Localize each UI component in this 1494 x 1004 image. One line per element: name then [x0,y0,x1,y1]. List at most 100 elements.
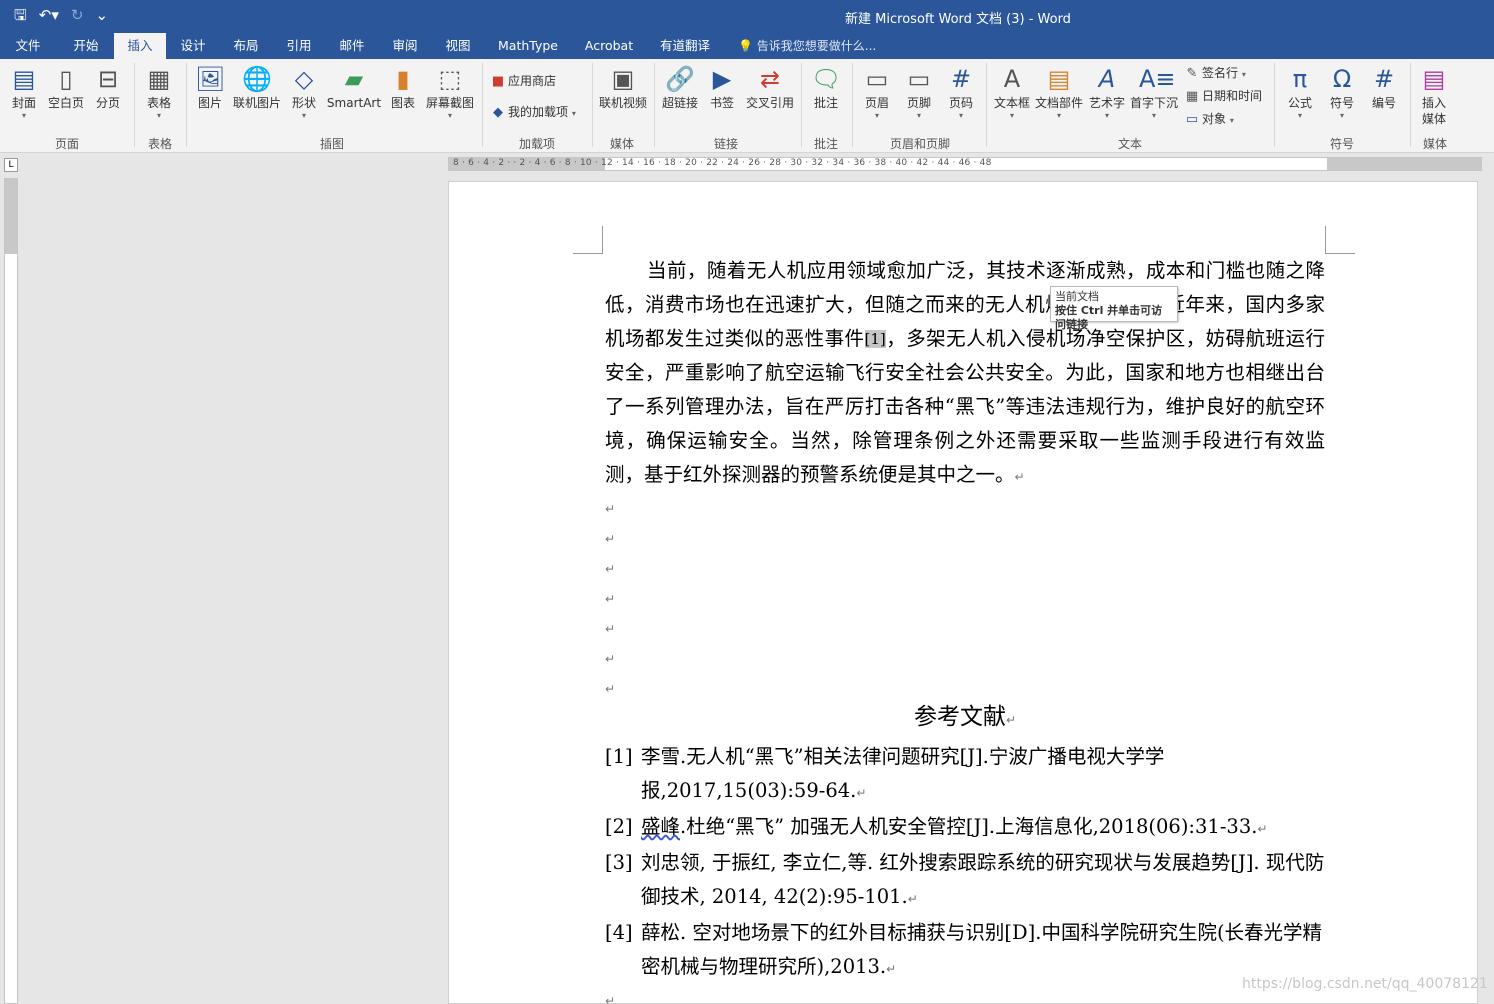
title-bar: 🖫 ↶▾ ↻ ⌄ 新建 Microsoft Word 文档 (3) - Word [0,0,1494,33]
online-video-button[interactable]: ▣ 联机视频 [598,63,648,111]
tab-selector[interactable]: L [4,158,18,172]
empty-paragraph[interactable]: ↵ [605,614,1325,644]
watermark: https://blog.csdn.net/qq_40078121 [1242,976,1488,992]
store-icon: ■ [491,74,505,89]
drop-cap-button[interactable]: A≡ 首字下沉 ▾ [1128,63,1180,120]
tab-review[interactable]: 审阅 [380,33,430,59]
online-picture-icon: 🌐 [242,65,272,93]
intro-paragraph[interactable]: 当前，随着无人机应用领域愈加广泛，其技术逐渐成熟，成本和门槛也随之降低，消费市场… [605,254,1325,494]
hyperlink-tooltip: 当前文档 按住 Ctrl 并单击可访问链接 [1050,286,1178,331]
table-button[interactable]: ▦ 表格 ▾ [142,63,176,120]
empty-paragraph[interactable]: ↵ [605,644,1325,674]
ribbon-tabs: 文件 开始 插入 设计 布局 引用 邮件 审阅 视图 MathType Acro… [0,33,1494,59]
cross-reference-button[interactable]: ⇄ 交叉引用 [744,63,796,111]
symbol-button[interactable]: Ω 符号 ▾ [1324,63,1360,120]
references-list[interactable]: [1] 李雪.无人机“黑飞”相关法律问题研究[J].宁波广播电视大学学报,201… [605,740,1325,1004]
tab-file[interactable]: 文件 [4,33,52,59]
page-break-button[interactable]: ⊟ 分页 [92,63,124,111]
empty-paragraph[interactable]: ↵ [605,524,1325,554]
reference-item[interactable]: [4] 薛松. 空对地场景下的红外目标捕获与识别[D].中国科学院研究生院(长春… [605,916,1325,986]
spelling-flag[interactable]: 盛峰 [641,815,680,838]
group-links: 链接 [713,137,738,151]
shapes-button[interactable]: ◇ 形状 ▾ [288,63,320,120]
tab-acrobat[interactable]: Acrobat [576,33,642,59]
cover-page-icon: ▤ [12,65,36,93]
body-text[interactable]: 当前，随着无人机应用领域愈加广泛，其技术逐渐成熟，成本和门槛也随之降低，消费市场… [605,254,1325,704]
tab-insert[interactable]: 插入 [114,33,166,59]
insert-media-icon: ▤ [1422,65,1446,93]
footer-button[interactable]: ▭ 页脚 ▾ [902,63,936,120]
blank-page-button[interactable]: ▯ 空白页 [46,63,86,111]
video-icon: ▣ [611,65,635,93]
group-header-footer: 页眉和页脚 [889,137,950,151]
object-icon: ▭ [1185,112,1199,127]
insert-media-button[interactable]: ▤ 插入 媒体 [1416,63,1452,127]
date-time-button[interactable]: ▦ 日期和时间 [1184,86,1262,106]
window-title: 新建 Microsoft Word 文档 (3) - Word [845,12,1071,27]
horizontal-ruler[interactable]: 8 · 6 · 4 · 2 · · 2 · 4 · 6 · 8 · 10 · 1… [448,157,1482,171]
page-number-button[interactable]: # 页码 ▾ [944,63,978,120]
online-pictures-button[interactable]: 🌐 联机图片 [232,63,282,111]
quick-parts-button[interactable]: ▤ 文档部件 ▾ [1034,63,1084,120]
tab-mathtype[interactable]: MathType [490,33,566,59]
cover-page-button[interactable]: ▤ 封面 ▾ [8,63,40,120]
tab-view[interactable]: 视图 [433,33,483,59]
group-separator [852,63,853,147]
tab-references[interactable]: 引用 [274,33,324,59]
footer-icon: ▭ [907,65,931,93]
tab-mailings[interactable]: 邮件 [327,33,377,59]
screenshot-button[interactable]: ⬚ 屏幕截图 ▾ [424,63,476,120]
group-separator [654,63,655,147]
table-icon: ▦ [147,65,171,93]
blank-page-icon: ▯ [59,65,73,93]
pictures-button[interactable]: 🖼 图片 [194,63,226,111]
smartart-button[interactable]: ▰ SmartArt [326,63,382,111]
group-separator [592,63,593,147]
empty-paragraph[interactable]: ↵ [605,554,1325,584]
citation-link[interactable]: [1] [864,330,886,348]
reference-item[interactable]: [2] 盛峰.杜绝“黑飞” 加强无人机安全管控[J].上海信息化,2018(06… [605,810,1325,846]
tell-me-search[interactable]: 💡 告诉我您想要做什么... [738,33,876,59]
empty-paragraph[interactable]: ↵ [605,584,1325,614]
number-icon: # [1373,65,1395,93]
reference-item[interactable]: [3] 刘忠领, 于振红, 李立仁,等. 红外搜索跟踪系统的研究现状与发展趋势[… [605,846,1325,916]
tab-youdao[interactable]: 有道翻译 [652,33,718,59]
bookmark-button[interactable]: ▶ 书签 [706,63,738,111]
vertical-ruler[interactable] [4,178,18,1004]
hyperlink-button[interactable]: 🔗 超链接 [660,63,700,111]
group-illustrations: 插图 [319,137,344,151]
number-button[interactable]: # 编号 [1366,63,1402,111]
header-button[interactable]: ▭ 页眉 ▾ [860,63,894,120]
empty-paragraph[interactable]: ↵ [605,986,1325,1004]
tab-design[interactable]: 设计 [168,33,218,59]
omega-icon: Ω [1332,65,1352,93]
tab-layout[interactable]: 布局 [221,33,271,59]
shapes-icon: ◇ [294,65,314,93]
text-box-button[interactable]: A 文本框 ▾ [992,63,1032,120]
comment-button[interactable]: 🗨 批注 [808,63,844,111]
group-separator [986,63,987,147]
text-box-icon: A [1003,65,1021,93]
wordart-button[interactable]: A 艺术字 ▾ [1088,63,1126,120]
ruler-top-margin [5,179,17,254]
my-addins-button[interactable]: ◆ 我的加载项 ▾ [490,102,576,122]
references-heading[interactable]: 参考文献↵ [605,700,1325,737]
smartart-icon: ▰ [344,65,364,93]
chart-button[interactable]: ▮ 图表 [388,63,418,111]
equation-button[interactable]: π 公式 ▾ [1282,63,1318,120]
ruler-right-margin [1327,158,1481,170]
crop-mark [573,226,603,254]
quick-parts-icon: ▤ [1047,65,1071,93]
store-button[interactable]: ■ 应用商店 [490,71,556,91]
object-button[interactable]: ▭ 对象 ▾ [1184,109,1234,129]
tab-home[interactable]: 开始 [62,33,110,59]
reference-item[interactable]: [1] 李雪.无人机“黑飞”相关法律问题研究[J].宁波广播电视大学学报,201… [605,740,1325,810]
signature-line-button[interactable]: ✎ 签名行 ▾ [1184,63,1246,83]
header-icon: ▭ [865,65,889,93]
drop-cap-icon: A≡ [1139,65,1176,93]
group-addins: 加载项 [518,137,555,151]
comment-icon: 🗨 [811,65,842,93]
document-page[interactable]: 当前，随着无人机应用领域愈加广泛，其技术逐渐成熟，成本和门槛也随之降低，消费市场… [448,181,1478,1004]
group-media: 媒体 [609,137,634,151]
empty-paragraph[interactable]: ↵ [605,494,1325,524]
